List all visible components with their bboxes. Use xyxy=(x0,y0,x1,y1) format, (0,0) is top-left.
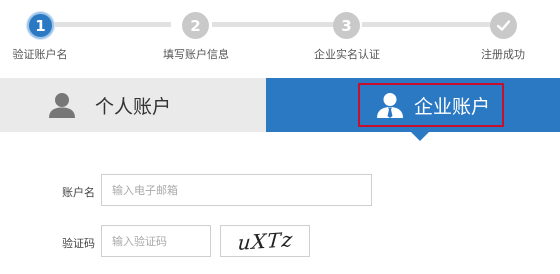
step-2-label: 填写账户信息 xyxy=(163,48,229,61)
captcha-text: uXTz xyxy=(236,227,294,255)
registration-progress: 1 验证账户名 2 填写账户信息 3 企业实名认证 注册成功 xyxy=(0,0,560,72)
account-type-tabs: 个人账户 企业账户 xyxy=(0,78,560,132)
business-user-icon xyxy=(377,93,403,118)
captcha-image[interactable]: uXTz xyxy=(220,225,310,257)
tab-enterprise-label: 企业账户 xyxy=(414,96,491,118)
selected-tab-pointer xyxy=(411,132,429,141)
step-2-circle: 2 xyxy=(182,12,209,39)
step-3-circle: 3 xyxy=(333,12,360,39)
check-icon xyxy=(497,20,510,31)
step-1-label: 验证账户名 xyxy=(12,48,68,61)
step-3-label: 企业实名认证 xyxy=(314,48,380,61)
progress-connector xyxy=(362,22,490,27)
progress-connector xyxy=(47,22,171,27)
step-4-circle xyxy=(490,12,517,39)
step-4-label: 注册成功 xyxy=(481,48,525,61)
captcha-label: 验证码 xyxy=(62,237,95,250)
captcha-input[interactable] xyxy=(101,225,211,257)
tab-enterprise-account[interactable]: 企业账户 xyxy=(266,78,560,132)
step-1-circle: 1 xyxy=(27,12,54,39)
user-icon xyxy=(49,93,75,118)
tab-personal-label: 个人账户 xyxy=(95,96,172,118)
account-name-label: 账户名 xyxy=(62,186,95,199)
tab-personal-account[interactable]: 个人账户 xyxy=(0,78,266,132)
progress-connector xyxy=(212,22,335,27)
account-name-input[interactable] xyxy=(101,174,372,206)
